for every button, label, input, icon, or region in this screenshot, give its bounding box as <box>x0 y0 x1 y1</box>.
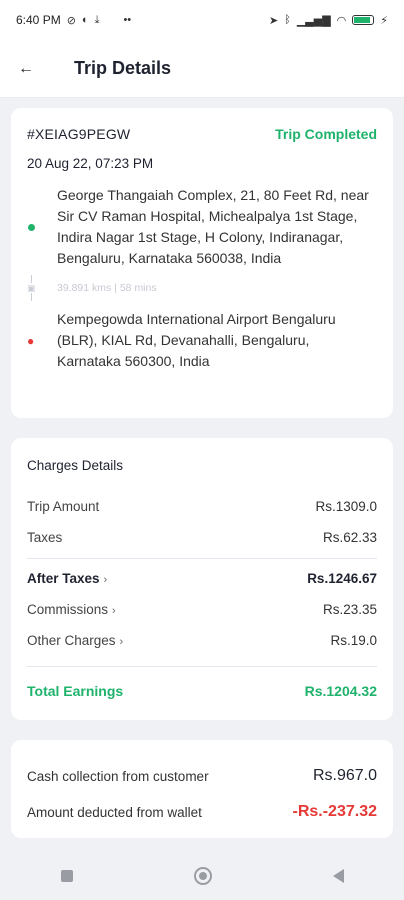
trip-card: #XEIAG9PEGW Trip Completed 20 Aug 22, 07… <box>11 108 393 418</box>
trip-amount-value: Rs.1309.0 <box>315 499 377 514</box>
drop-address: Kempegowda International Airport Bengalu… <box>57 311 336 369</box>
chevron-right-icon: › <box>119 636 124 648</box>
trip-date: 20 Aug 22, 07:23 PM <box>27 156 154 171</box>
after-taxes-row[interactable]: After Taxes › Rs.1246.67 <box>27 563 377 594</box>
drop-location: ● Kempegowda International Airport Benga… <box>27 309 377 372</box>
status-left: 6:40 PM ⊘ ◐ ⤓ •• <box>16 13 131 27</box>
divider <box>27 666 377 667</box>
chevron-right-icon: › <box>103 574 108 586</box>
bluetooth-icon: ᛒ <box>284 14 291 26</box>
charges-card: Charges Details Trip Amount Rs.1309.0 Ta… <box>11 438 393 720</box>
data-icon: ◐ <box>81 14 89 26</box>
arrow-left-icon: ← <box>18 59 34 77</box>
other-charges-row[interactable]: Other Charges › Rs.19.0 <box>27 625 377 656</box>
map-pin-icon: ● <box>27 333 35 348</box>
commissions-label: Commissions <box>27 602 109 617</box>
after-taxes-label: After Taxes <box>27 571 100 586</box>
commissions-value: Rs.23.35 <box>322 602 377 617</box>
wifi-off-icon: ⊘ <box>66 14 76 27</box>
signal-icon: ▁▃▅▇ <box>296 14 331 27</box>
app-header: ← Trip Details <box>0 40 404 98</box>
trip-amount-row: Trip Amount Rs.1309.0 <box>27 491 377 522</box>
pickup-address: George Thangaiah Complex, 21, 80 Feet Rd… <box>57 187 369 266</box>
back-button[interactable]: ← <box>0 40 52 98</box>
trip-header: #XEIAG9PEGW Trip Completed <box>27 126 377 142</box>
cash-collection-label: Cash collection from customer <box>27 768 209 784</box>
page-title: Trip Details <box>74 58 172 78</box>
system-back-button[interactable] <box>332 869 344 883</box>
location-icon: ➤ <box>268 14 279 27</box>
taxes-value: Rs.62.33 <box>322 530 377 545</box>
wifi-icon: ◠ <box>336 14 347 27</box>
wallet-deduction-label: Amount deducted from wallet <box>27 804 202 820</box>
trip-id: #XEIAG9PEGW <box>27 126 131 142</box>
charges-title: Charges Details <box>27 458 124 473</box>
pickup-location: George Thangaiah Complex, 21, 80 Feet Rd… <box>27 185 377 269</box>
system-nav-bar <box>0 852 404 900</box>
divider <box>27 558 377 559</box>
other-charges-label: Other Charges <box>27 633 116 648</box>
total-earnings-value: Rs.1204.32 <box>304 683 377 699</box>
charging-icon: ⚡ <box>380 14 388 27</box>
cash-collection-row: Cash collection from customer Rs.967.0 <box>27 758 377 794</box>
cash-collection-value: Rs.967.0 <box>312 767 377 784</box>
wallet-deduction-row: Amount deducted from wallet -Rs.-237.32 <box>27 794 377 830</box>
trip-amount-label: Trip Amount <box>27 499 100 514</box>
pickup-dot-icon <box>28 223 35 231</box>
total-earnings-row: Total Earnings Rs.1204.32 <box>27 671 377 711</box>
home-button[interactable] <box>193 867 212 885</box>
car-icon: ▣ <box>27 283 36 293</box>
chevron-right-icon: › <box>112 605 116 617</box>
total-earnings-label: Total Earnings <box>27 683 124 699</box>
download-icon: ⤓ <box>94 13 100 26</box>
battery-icon <box>352 15 375 25</box>
more-notifications: •• <box>123 14 132 26</box>
after-taxes-value: Rs.1246.67 <box>307 571 377 586</box>
distance-time: 39.891 kms | 58 mins <box>57 282 157 294</box>
status-time: 6:40 PM <box>16 13 61 27</box>
wallet-deduction-value: -Rs.-237.32 <box>292 803 378 820</box>
trip-status-badge: Trip Completed <box>275 126 377 142</box>
status-bar: 6:40 PM ⊘ ◐ ⤓ •• ➤ ᛒ ▁▃▅▇ ◠ ⚡ <box>0 0 404 40</box>
distance-row: ▣ 39.891 kms | 58 mins <box>27 273 377 303</box>
cash-card: Cash collection from customer Rs.967.0 A… <box>11 740 393 838</box>
taxes-row: Taxes Rs.62.33 <box>27 522 377 553</box>
other-charges-value: Rs.19.0 <box>330 633 377 648</box>
taxes-label: Taxes <box>27 530 63 545</box>
battery-fill <box>354 17 370 23</box>
recents-button[interactable] <box>60 870 73 882</box>
status-right: ➤ ᛒ ▁▃▅▇ ◠ ⚡ <box>269 14 388 27</box>
commissions-row[interactable]: Commissions › Rs.23.35 <box>27 594 377 625</box>
